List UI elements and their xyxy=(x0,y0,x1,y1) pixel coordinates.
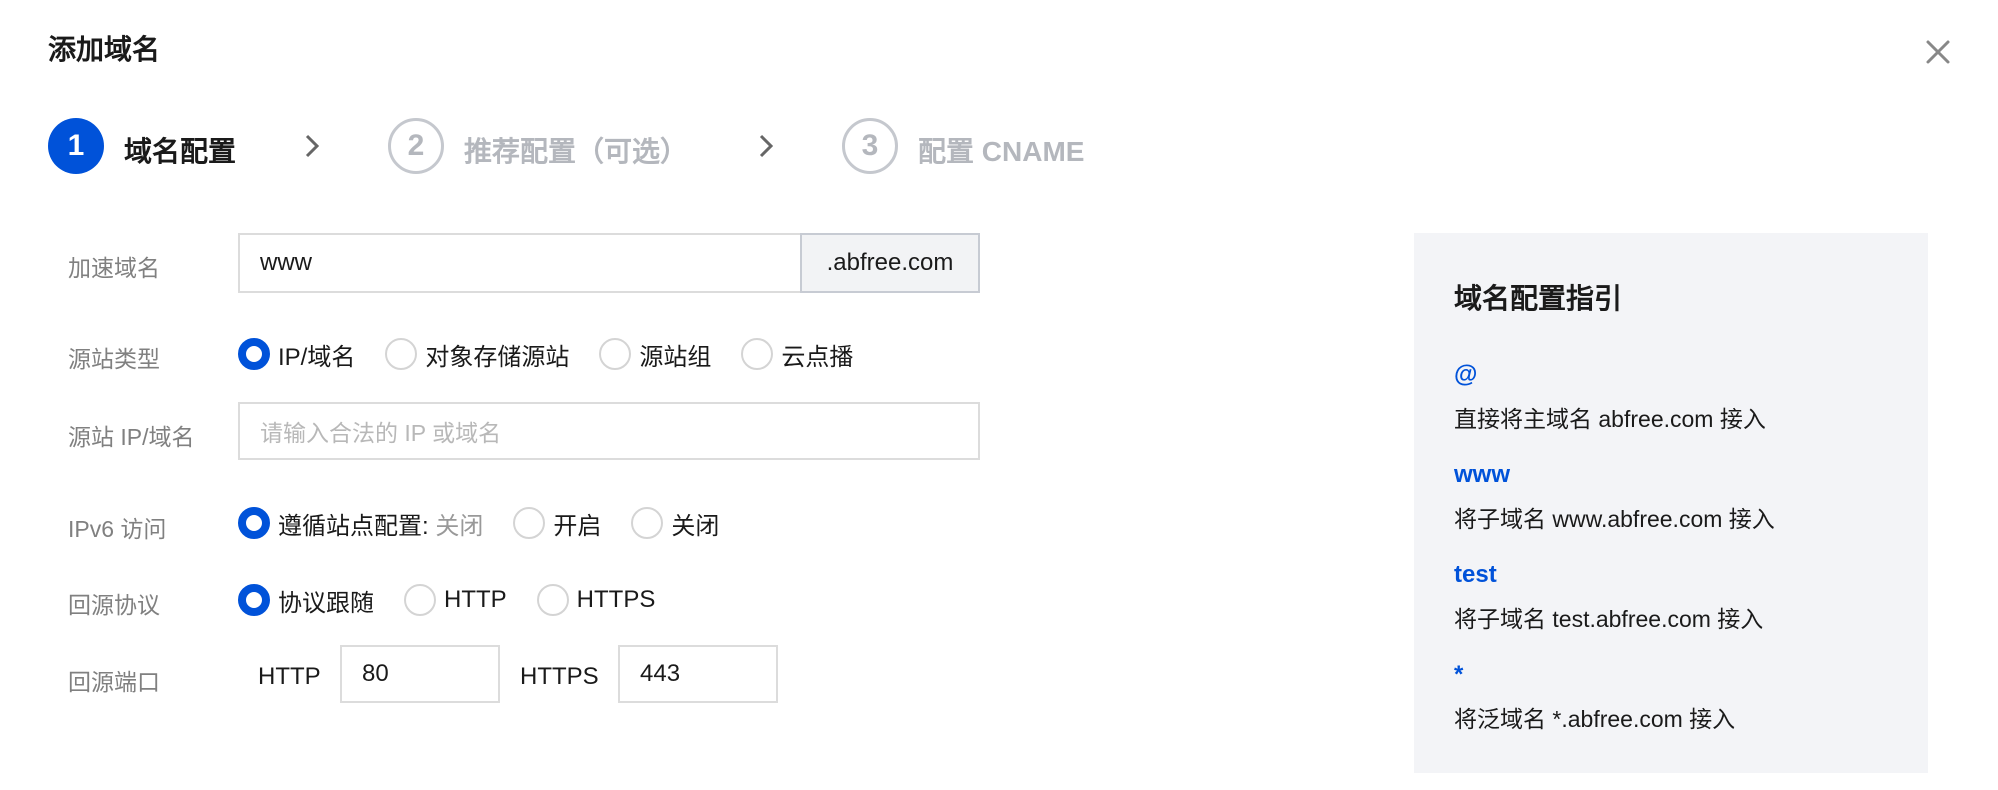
radio-label: HTTPS xyxy=(576,586,656,613)
radio-label: HTTP xyxy=(444,586,507,613)
guide-item-desc: 将子域名 www.abfree.com 接入 xyxy=(1454,506,1775,532)
guide-title: 域名配置指引 xyxy=(1454,283,1623,314)
radio-label: 开启 xyxy=(553,512,602,540)
guide-item-key: test xyxy=(1454,561,1497,588)
radio-protocol-https[interactable]: HTTPS xyxy=(536,584,656,616)
domain-label: 加速域名 xyxy=(68,255,160,281)
step-2-label: 推荐配置（可选） xyxy=(464,136,689,167)
https-port-input[interactable]: 443 xyxy=(618,645,778,703)
radio-origin-group[interactable]: 源站组 xyxy=(599,337,711,372)
domain-input-value: www xyxy=(260,249,312,276)
radio-unchecked xyxy=(631,507,664,539)
radio-origin-ip-domain[interactable]: IP/域名 xyxy=(238,337,355,372)
dialog-title: 添加域名 xyxy=(48,34,161,65)
step-3-label: 配置 CNAME xyxy=(918,136,1085,167)
radio-label-main: 遵循站点配置: xyxy=(278,512,429,540)
chevron-right-icon xyxy=(305,134,320,158)
radio-ipv6-off[interactable]: 关闭 xyxy=(631,506,719,541)
radio-label: 源站组 xyxy=(639,343,712,371)
radio-label: 对象存储源站 xyxy=(425,343,570,371)
guide-item-key: www xyxy=(1454,461,1511,488)
domain-input[interactable]: www xyxy=(238,233,802,293)
guide-item-desc: 将子域名 test.abfree.com 接入 xyxy=(1454,606,1764,632)
guide-item-key: * xyxy=(1454,661,1464,688)
radio-unchecked xyxy=(741,338,774,370)
radio-origin-vod[interactable]: 云点播 xyxy=(741,337,853,372)
radio-protocol-follow[interactable]: 协议跟随 xyxy=(238,583,374,618)
radio-unchecked xyxy=(513,507,546,539)
radio-ipv6-on[interactable]: 开启 xyxy=(513,506,601,541)
step-2-number: 2 xyxy=(388,118,444,174)
https-port-label: HTTPS xyxy=(520,663,599,690)
port-label: 回源端口 xyxy=(68,669,160,695)
origin-address-input[interactable]: 请输入合法的 IP 或域名 xyxy=(238,402,980,460)
http-port-label: HTTP xyxy=(258,663,321,690)
radio-label: IP/域名 xyxy=(278,343,356,371)
domain-suffix: .abfree.com xyxy=(800,233,980,293)
radio-label: 协议跟随 xyxy=(278,589,374,617)
inherited-state: 关闭 xyxy=(428,512,484,540)
radio-label: 遵循站点配置: 关闭 xyxy=(278,506,483,541)
radio-unchecked xyxy=(536,584,569,616)
ipv6-radio-group: 遵循站点配置: 关闭 开启 关闭 xyxy=(238,505,749,541)
origin-address-placeholder: 请输入合法的 IP 或域名 xyxy=(260,420,502,446)
chevron-right-icon xyxy=(759,134,774,158)
radio-origin-object-storage[interactable]: 对象存储源站 xyxy=(385,337,569,372)
guide-item-key: @ xyxy=(1454,361,1478,388)
http-port-input[interactable]: 80 xyxy=(340,645,500,703)
protocol-radio-group: 协议跟随 HTTP HTTPS xyxy=(238,582,685,618)
radio-unchecked xyxy=(385,338,418,370)
step-1-number: 1 xyxy=(48,118,104,174)
radio-label: 云点播 xyxy=(781,343,854,371)
origin-type-radio-group: IP/域名 对象存储源站 源站组 云点播 xyxy=(238,336,883,372)
radio-protocol-http[interactable]: HTTP xyxy=(404,584,507,616)
origin-address-label: 源站 IP/域名 xyxy=(68,424,195,450)
radio-checked xyxy=(238,584,270,616)
protocol-label: 回源协议 xyxy=(68,592,160,618)
step-1-label: 域名配置 xyxy=(124,136,237,167)
origin-type-label: 源站类型 xyxy=(68,346,160,372)
https-port-value: 443 xyxy=(640,660,681,687)
radio-unchecked xyxy=(404,584,436,616)
step-3-number: 3 xyxy=(842,118,898,174)
domain-guide-panel: 域名配置指引 @ 直接将主域名 abfree.com 接入 www 将子域名 w… xyxy=(1414,233,1928,773)
close-icon[interactable] xyxy=(1918,32,1958,72)
ipv6-label: IPv6 访问 xyxy=(68,516,167,542)
radio-label: 关闭 xyxy=(671,512,720,540)
radio-unchecked xyxy=(599,338,632,370)
guide-item-desc: 直接将主域名 abfree.com 接入 xyxy=(1454,406,1766,432)
http-port-value: 80 xyxy=(362,660,389,687)
radio-ipv6-inherit[interactable]: 遵循站点配置: 关闭 xyxy=(238,506,483,541)
guide-item-desc: 将泛域名 *.abfree.com 接入 xyxy=(1454,706,1736,732)
radio-checked xyxy=(238,338,270,370)
radio-checked xyxy=(238,507,270,539)
